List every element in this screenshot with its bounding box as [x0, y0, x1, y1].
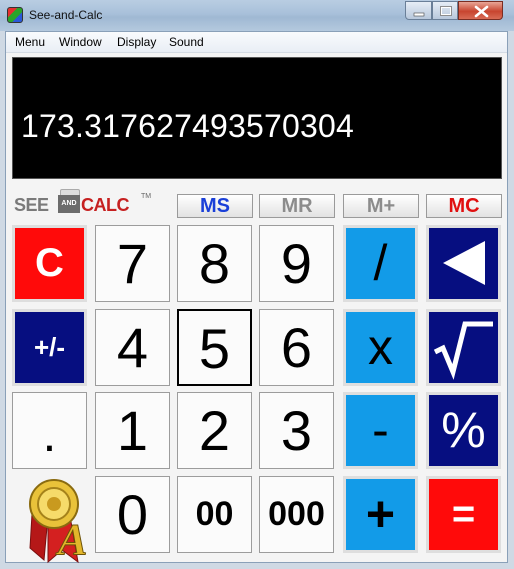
key-7[interactable]: 7	[95, 225, 170, 302]
decimal-button[interactable]: .	[12, 392, 87, 469]
minus-button[interactable]: -	[343, 392, 418, 469]
clear-label: C	[35, 241, 64, 285]
plus-minus-button[interactable]: +/-	[12, 309, 87, 386]
percent-button[interactable]: %	[426, 392, 501, 469]
plus-minus-label: +/-	[33, 332, 66, 362]
key-9[interactable]: 9	[259, 225, 334, 302]
divide-button[interactable]: /	[343, 225, 418, 302]
plus-label: +	[365, 486, 396, 542]
square-root-icon	[433, 321, 493, 380]
see-and-calc-logo: SEE AND CALC TM	[14, 189, 151, 217]
logo-and: AND	[58, 195, 80, 213]
maximize-button[interactable]	[432, 1, 458, 20]
minimize-icon	[413, 12, 425, 17]
divide-label: /	[373, 235, 388, 291]
logo-tm: TM	[141, 193, 152, 200]
key-double-zero[interactable]: 00	[177, 476, 252, 553]
decimal-label: .	[42, 406, 57, 462]
key-3[interactable]: 3	[259, 392, 334, 469]
key-1[interactable]: 1	[95, 392, 170, 469]
sqrt-button[interactable]	[426, 309, 501, 386]
menu-window[interactable]: Window	[59, 35, 102, 49]
backspace-button[interactable]	[426, 225, 501, 302]
window-title: See-and-Calc	[29, 8, 103, 22]
multiply-label: x	[368, 319, 393, 375]
percent-label: %	[441, 402, 486, 458]
minimize-button[interactable]	[405, 1, 432, 20]
key-4[interactable]: 4	[95, 309, 170, 386]
equals-label: =	[451, 492, 476, 536]
menu-display[interactable]: Display	[117, 35, 156, 49]
memory-store-button[interactable]: MS	[177, 194, 253, 218]
memory-recall-button[interactable]: MR	[259, 194, 335, 218]
app-window: Menu Window Display Sound 173.3176274935…	[5, 31, 508, 565]
equals-button[interactable]: =	[426, 476, 501, 553]
menu-bar: Menu Window Display Sound	[6, 32, 507, 53]
svg-text:A: A	[55, 515, 87, 564]
award-ribbon-icon: A	[18, 476, 90, 565]
key-8[interactable]: 8	[177, 225, 252, 302]
key-0[interactable]: 0	[95, 476, 170, 553]
app-icon[interactable]	[7, 7, 23, 23]
title-bar: See-and-Calc	[0, 0, 514, 31]
left-triangle-icon	[443, 241, 485, 285]
plus-button[interactable]: +	[343, 476, 418, 553]
minus-label: -	[372, 402, 389, 458]
memory-clear-button[interactable]: MC	[426, 194, 502, 218]
logo-see: SEE	[14, 195, 49, 215]
key-2[interactable]: 2	[177, 392, 252, 469]
multiply-button[interactable]: x	[343, 309, 418, 386]
logo-calc: CALC	[81, 195, 130, 215]
memory-add-button[interactable]: M+	[343, 194, 419, 218]
key-triple-zero[interactable]: 000	[259, 476, 334, 553]
close-icon	[474, 5, 489, 18]
close-button[interactable]	[458, 1, 503, 20]
result-display: 173.317627493570304	[12, 57, 502, 179]
menu-menu[interactable]: Menu	[15, 35, 45, 49]
display-value: 173.317627493570304	[21, 108, 355, 144]
menu-sound[interactable]: Sound	[169, 35, 204, 49]
clear-button[interactable]: C	[12, 225, 87, 302]
key-5[interactable]: 5	[177, 309, 252, 386]
key-6[interactable]: 6	[259, 309, 334, 386]
maximize-icon	[440, 6, 452, 16]
